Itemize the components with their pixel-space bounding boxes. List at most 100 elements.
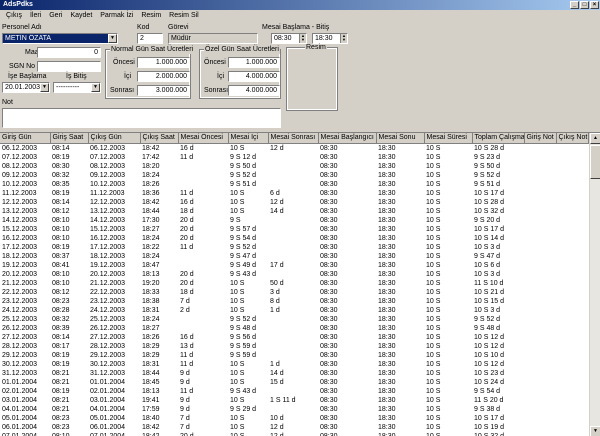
ozel-sonrasi-field[interactable]: 4.000.000	[228, 85, 280, 96]
table-cell: 10 S	[426, 279, 441, 287]
column-header[interactable]: Mesai Süresi	[424, 133, 473, 144]
column-header[interactable]: Mesai Başlangıcı	[318, 133, 377, 144]
mesai-end-field[interactable]: 18:30 ▲ ▼	[312, 33, 348, 44]
not-textarea[interactable]	[2, 108, 281, 128]
table-cell: 08:30	[320, 189, 338, 197]
table-row[interactable]: 12.12.2003 08:14 12.12.2003 18:42 16 d 10 S 12…	[0, 198, 588, 207]
ozel-oncesi-field[interactable]: 1.000.000	[228, 57, 280, 68]
personel-select[interactable]: METİN ÖZATA ▼	[2, 33, 118, 44]
scroll-thumb[interactable]	[590, 145, 600, 179]
normal-oncesi-field[interactable]: 1.000.000	[137, 57, 190, 68]
table-row[interactable]: 26.12.2003 08:39 26.12.2003 18:27 9 S 48 d 08…	[0, 324, 588, 333]
menu-ileri[interactable]: İleri	[26, 11, 45, 21]
table-row[interactable]: 28.12.2003 08:17 28.12.2003 18:29 13 d 9 S 59…	[0, 342, 588, 351]
scroll-down-icon[interactable]: ▼	[590, 426, 600, 436]
table-row[interactable]: 11.12.2003 08:19 11.12.2003 18:36 11 d 10 S 6 …	[0, 189, 588, 198]
table-cell	[556, 351, 588, 360]
maximize-button[interactable]: □	[580, 1, 589, 9]
table-cell: 11.12.2003	[90, 189, 125, 197]
spin-icon[interactable]: ▲ ▼	[340, 34, 347, 43]
column-header[interactable]: Mesai Sonu	[376, 133, 425, 144]
table-row[interactable]: 29.12.2003 08:19 29.12.2003 18:29 11 d 9 S 59…	[0, 351, 588, 360]
table-row[interactable]: 10.12.2003 08:35 10.12.2003 18:26 9 S 51 d 08…	[0, 180, 588, 189]
column-header[interactable]: Giriş Not	[524, 133, 557, 144]
gorevi-field[interactable]: Müdür	[168, 33, 258, 44]
column-header[interactable]: Çıkış Gün	[88, 133, 141, 144]
table-row[interactable]: 02.01.2004 08:19 02.01.2004 18:13 11 d 9 S 43…	[0, 387, 588, 396]
column-header[interactable]: Mesai İçi	[228, 133, 269, 144]
table-row[interactable]: 03.01.2004 08:21 03.01.2004 19:41 9 d 10 S 1 S…	[0, 396, 588, 405]
maas-field[interactable]: 0	[37, 47, 101, 58]
table-cell: 18:33	[142, 288, 160, 296]
normal-group-title: Normal Gün Saat Ücretleri	[110, 46, 195, 54]
normal-ici-field[interactable]: 2.000.000	[137, 71, 190, 82]
table-row[interactable]: 14.12.2003 08:10 14.12.2003 17:30 20 d 9 S 08:…	[0, 216, 588, 225]
table-cell	[524, 414, 556, 423]
sgn-field[interactable]	[37, 61, 101, 72]
table-cell: 16.12.2003	[2, 234, 38, 242]
table-cell: 07.12.2003	[90, 153, 126, 161]
table-cell: 10 S	[426, 153, 441, 161]
column-header[interactable]: Giriş Gün	[0, 133, 51, 144]
table-cell: 18:30	[378, 432, 396, 436]
table-row[interactable]: 23.12.2003 08:23 23.12.2003 18:38 7 d 10 S 8 d…	[0, 297, 588, 306]
resim-group: Resim	[286, 44, 338, 111]
is-bitis-field[interactable]: ---------- ▼	[53, 82, 101, 93]
table-row[interactable]: 08.12.2003 08:30 08.12.2003 18:20 9 S 50 d 08…	[0, 162, 588, 171]
table-row[interactable]: 07.12.2003 08:19 07.12.2003 17:42 11 d 9 S 12…	[0, 153, 588, 162]
menu-parmak-izi[interactable]: Parmak İzi	[96, 11, 137, 21]
column-header[interactable]: Mesai Sonrası	[268, 133, 319, 144]
menu-geri[interactable]: Geri	[45, 11, 66, 21]
table-row[interactable]: 19.12.2003 08:41 19.12.2003 18:47 9 S 49 d 17…	[0, 261, 588, 270]
table-row[interactable]: 21.12.2003 08:10 21.12.2003 19:20 20 d 10 S 50…	[0, 279, 588, 288]
table-row[interactable]: 16.12.2003 08:10 16.12.2003 18:24 20 d 9 S 54…	[0, 234, 588, 243]
table-cell: 9 S 12 d	[230, 153, 257, 161]
ozel-ici-field[interactable]: 4.000.000	[228, 71, 280, 82]
table-row[interactable]: 09.12.2003 08:32 09.12.2003 18:24 9 S 52 d 08…	[0, 171, 588, 180]
column-header[interactable]: Çıkış Saat	[140, 133, 179, 144]
kod-field[interactable]: 2	[137, 33, 163, 44]
table-row[interactable]: 18.12.2003 08:37 18.12.2003 18:24 9 S 47 d 08…	[0, 252, 588, 261]
table-cell: 10 S	[426, 288, 441, 296]
scroll-up-icon[interactable]: ▲	[590, 133, 600, 144]
table-row[interactable]: 17.12.2003 08:19 17.12.2003 18:22 11 d 9 S 52…	[0, 243, 588, 252]
table-cell	[524, 297, 556, 306]
table-row[interactable]: 27.12.2003 08:14 27.12.2003 18:26 16 d 9 S 56…	[0, 333, 588, 342]
table-row[interactable]: 22.12.2003 08:12 22.12.2003 18:33 18 d 10 S 3 …	[0, 288, 588, 297]
spin-icon[interactable]: ▲ ▼	[299, 34, 306, 43]
minimize-button[interactable]: _	[570, 1, 579, 9]
table-cell: 05.01.2004	[90, 414, 126, 422]
menu-kaydet[interactable]: Kaydet	[66, 11, 96, 21]
table-row[interactable]: 20.12.2003 08:10 20.12.2003 18:13 20 d 9 S 43…	[0, 270, 588, 279]
chevron-down-icon[interactable]: ▼	[91, 83, 100, 92]
column-header[interactable]: Çıkış Not	[556, 133, 589, 144]
table-row[interactable]: 13.12.2003 08:12 13.12.2003 18:44 18 d 10 S 14…	[0, 207, 588, 216]
table-row[interactable]: 25.12.2003 08:32 25.12.2003 18:24 9 S 52 d 08…	[0, 315, 588, 324]
table-row[interactable]: 01.01.2004 08:21 01.01.2004 18:45 9 d 10 S 15 …	[0, 378, 588, 387]
vertical-scrollbar[interactable]: ▲ ▼	[589, 133, 600, 436]
window-title-bar: AdsPdks _ □ ×	[0, 0, 600, 10]
table-row[interactable]: 15.12.2003 08:10 15.12.2003 18:27 20 d 9 S 57…	[0, 225, 588, 234]
table-row[interactable]: 05.01.2004 08:23 05.01.2004 18:40 7 d 10 S 10 …	[0, 414, 588, 423]
chevron-down-icon[interactable]: ▼	[40, 83, 49, 92]
mesai-start-field[interactable]: 08:30 ▲ ▼	[271, 33, 307, 44]
menu-resim[interactable]: Resim	[137, 11, 165, 21]
table-row[interactable]: 06.12.2003 08:14 06.12.2003 18:42 16 d 10 S 12…	[0, 143, 588, 153]
normal-sonrasi-field[interactable]: 3.000.000	[137, 85, 190, 96]
column-header[interactable]: Toplam Çalışma	[472, 133, 525, 144]
ise-baslama-field[interactable]: 20.01.2003 ▼	[2, 82, 50, 93]
column-header[interactable]: Giriş Saat	[50, 133, 89, 144]
table-row[interactable]: 31.12.2003 08:21 31.12.2003 18:44 9 d 10 S 14 …	[0, 369, 588, 378]
table-row[interactable]: 04.01.2004 08:21 04.01.2004 17:59 9 d 9 S 29 …	[0, 405, 588, 414]
table-cell	[524, 342, 556, 351]
table-cell: 03.01.2004	[90, 396, 126, 404]
table-row[interactable]: 30.12.2003 08:19 30.12.2003 18:31 11 d 10 S 1 …	[0, 360, 588, 369]
close-button[interactable]: ×	[590, 1, 599, 9]
chevron-down-icon[interactable]: ▼	[108, 34, 117, 43]
column-header[interactable]: Mesai Öncesi	[178, 133, 229, 144]
menu-resim-sil[interactable]: Resim Sil	[165, 11, 203, 21]
table-row[interactable]: 07.01.2004 08:10 07.01.2004 18:42 20 d 10 S 12…	[0, 432, 588, 436]
menu-cikis[interactable]: Çıkış	[2, 11, 26, 21]
table-row[interactable]: 06.01.2004 08:23 06.01.2004 18:42 7 d 10 S 12 …	[0, 423, 588, 432]
table-row[interactable]: 24.12.2003 08:28 24.12.2003 18:31 2 d 10 S 1 d…	[0, 306, 588, 315]
